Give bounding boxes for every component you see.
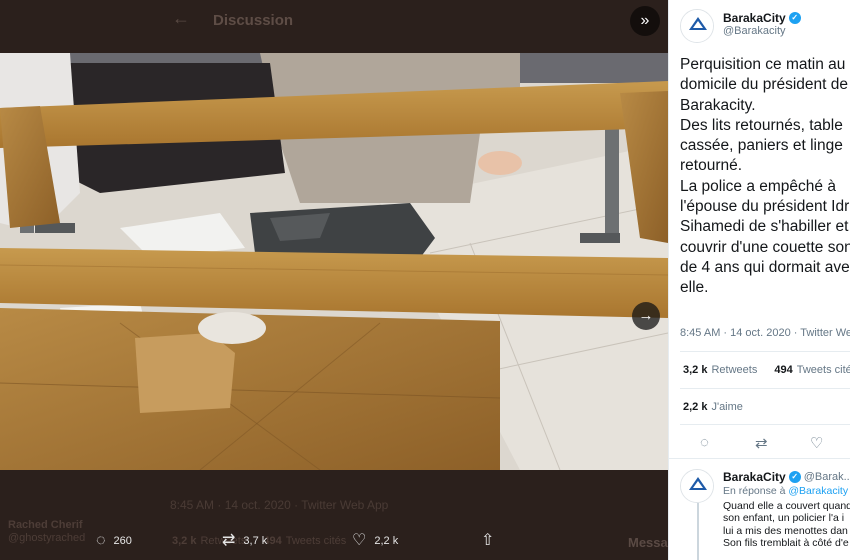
author-handle[interactable]: @Barakacity [723, 25, 786, 37]
verified-badge-icon: ✓ [788, 471, 801, 483]
barakacity-logo-icon [681, 10, 713, 42]
divider [680, 388, 850, 389]
expand-panel-button[interactable]: » [630, 6, 660, 36]
reply-tweet[interactable]: BarakaCity ✓ @Barak... En réponse à @Bar… [669, 463, 850, 560]
in-reply-to-link[interactable]: @Barakacity [788, 485, 848, 497]
like-count: 2,2 k [374, 535, 399, 547]
thread-line [697, 503, 699, 560]
retweet-action[interactable]: ⇄ 3,7 k [222, 533, 267, 549]
like-icon[interactable]: ♡ [810, 434, 823, 452]
avatar[interactable] [680, 9, 714, 43]
next-image-button[interactable]: → [632, 302, 660, 330]
chevrons-right-icon: » [640, 12, 650, 29]
retweets-stat[interactable]: 3,2 k Retweets [683, 364, 757, 376]
tweet-timestamp[interactable]: 8:45 AM · 14 oct. 2020 · Twitter Web App [680, 327, 850, 339]
reply-handle: @Barak... [803, 471, 850, 483]
quotes-stat[interactable]: 494Tweets cités [774, 364, 850, 376]
share-icon: ⇧ [481, 532, 495, 549]
verified-badge-icon: ✓ [788, 12, 801, 24]
reply-count: 260 [113, 535, 132, 547]
viewer-action-bar: ◌ 260 ⇄ 3,7 k ♡ 2,2 k ⇧ [0, 523, 668, 560]
share-action[interactable]: ⇧ [481, 533, 494, 549]
divider [680, 424, 850, 425]
background-title: Discussion [213, 12, 294, 29]
retweet-icon[interactable]: ⇄ [755, 434, 768, 452]
author-name[interactable]: BarakaCity ✓ [723, 11, 801, 25]
photo-image [0, 53, 668, 470]
retweet-count: 3,7 k [243, 535, 268, 547]
background-meta: 8:45 AM · 14 oct. 2020 · Twitter Web App [170, 498, 389, 512]
reply-icon[interactable]: ◌ [700, 434, 709, 451]
barakacity-logo-icon [681, 470, 713, 502]
reply-action[interactable]: ◌ 260 [96, 533, 132, 549]
arrow-right-icon: → [638, 307, 654, 324]
in-reply-to: En réponse à @Barakacity [723, 485, 849, 497]
divider [669, 458, 850, 459]
reply-author[interactable]: BarakaCity ✓ @Barak... [723, 470, 850, 484]
tweet-text: Perquisition ce matin au domicile du pré… [680, 56, 850, 297]
like-icon: ♡ [352, 532, 367, 549]
divider [680, 351, 850, 352]
tweet-panel: BarakaCity ✓ @Barakacity Perquisition ce… [668, 0, 850, 560]
reply-text: Quand elle a couvert quand son enfant, u… [723, 500, 850, 550]
back-arrow-icon[interactable]: ← [172, 8, 190, 29]
likes-stat[interactable]: 2,2 k J'aime [683, 401, 743, 413]
like-action[interactable]: ♡ 2,2 k [352, 533, 398, 549]
reply-icon: ◌ [96, 532, 106, 549]
tweet-stats: 3,2 kRetweets 494Tweets cités [683, 364, 850, 376]
tweet-photo: → [0, 53, 668, 470]
retweet-icon: ⇄ [222, 532, 236, 549]
reply-avatar[interactable] [680, 469, 714, 503]
background-header: ← Discussion [0, 0, 668, 44]
